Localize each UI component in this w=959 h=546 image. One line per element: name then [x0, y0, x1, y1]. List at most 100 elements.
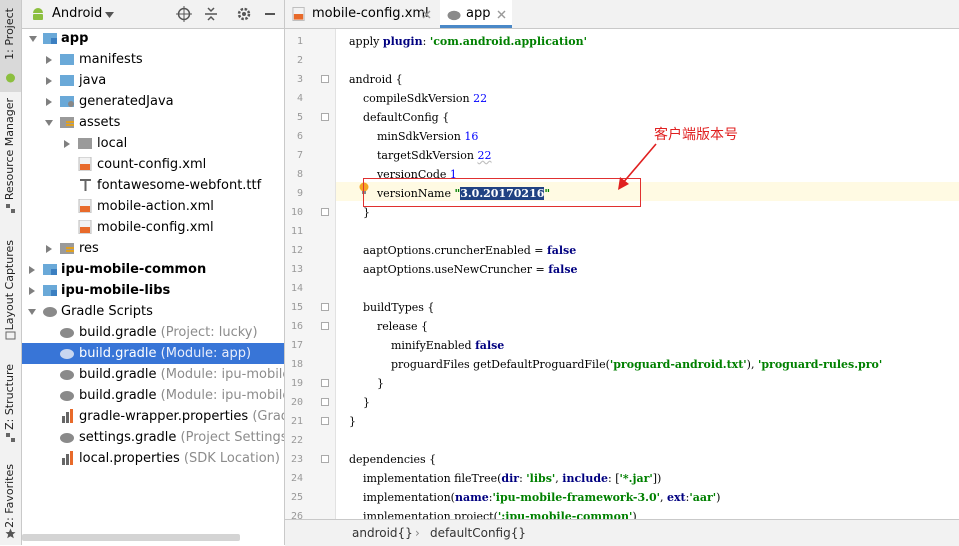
fold-marker[interactable] [321, 208, 329, 216]
tree-item[interactable]: build.gradle (Module: ipu-mobile-c [22, 364, 284, 385]
gradle-icon [60, 328, 74, 338]
breadcrumb: android{} › defaultConfig{} [285, 519, 959, 546]
project-view-selector[interactable]: Android [52, 6, 102, 21]
tab-layout-captures[interactable]: Layout Captures [0, 236, 21, 346]
code-line: } [349, 415, 356, 428]
line-number: 20 [290, 397, 303, 408]
code-line: implementation project(':ipu-mobile-comm… [349, 510, 637, 519]
collapsed-arrow-icon[interactable] [64, 140, 70, 148]
resource-icon [6, 204, 15, 213]
code-line: defaultConfig { [349, 111, 450, 124]
gradle-icon [60, 433, 74, 443]
collapsed-arrow-icon[interactable] [46, 77, 52, 85]
collapsed-arrow-icon[interactable] [46, 98, 52, 106]
collapsed-arrow-icon[interactable] [29, 266, 35, 274]
tree-item[interactable]: settings.gradle (Project Settings) [22, 427, 284, 448]
tree-item[interactable]: local [22, 133, 284, 154]
fold-marker[interactable] [321, 398, 329, 406]
editor-area: mobile-config.xml app 1 2 3 4 5 6 7 8 9 … [285, 0, 959, 545]
module-folder-icon [43, 285, 57, 296]
tree-item[interactable]: mobile-config.xml [22, 217, 284, 238]
code-line: implementation(name:'ipu-mobile-framewor… [349, 491, 721, 504]
gradle-icon [60, 370, 74, 380]
collapse-all-icon[interactable] [203, 6, 219, 22]
code-editor[interactable]: apply plugin: 'com.android.application' … [349, 29, 957, 519]
tab-structure[interactable]: Z: Structure [0, 360, 21, 450]
line-number: 14 [290, 283, 303, 294]
tab-project-label: 1: Project [3, 8, 16, 60]
code-line: aaptOptions.useNewCruncher = false [349, 263, 578, 276]
tab-resource-manager-label: Resource Manager [3, 98, 16, 201]
tab-favorites-label: 2: Favorites [3, 464, 16, 528]
line-number: 8 [296, 169, 303, 180]
tree-item-selected[interactable]: build.gradle (Module: app) [22, 343, 284, 364]
fold-marker[interactable] [321, 379, 329, 387]
collapsed-arrow-icon[interactable] [46, 56, 52, 64]
gradle-icon [447, 10, 461, 21]
annotation-highlight-box [363, 178, 641, 207]
collapsed-arrow-icon[interactable] [46, 245, 52, 253]
breadcrumb-android[interactable]: android{} [352, 520, 413, 546]
tab-app[interactable]: app [440, 0, 512, 28]
code-line: aaptOptions.cruncherEnabled = false [349, 244, 577, 257]
line-number-gutter: 1 2 3 4 5 6 7 8 9 10 11 12 13 14 15 16 1… [285, 29, 336, 522]
tab-project[interactable]: 1: Project [0, 0, 21, 92]
tree-item[interactable]: gradle-wrapper.properties (Gradle [22, 406, 284, 427]
tree-item[interactable]: mobile-action.xml [22, 196, 284, 217]
tree-item[interactable]: res [22, 238, 284, 259]
line-number: 7 [296, 150, 303, 161]
android-icon [6, 73, 15, 83]
project-panel-header: Android [22, 0, 284, 29]
close-icon[interactable] [497, 10, 506, 19]
code-line: implementation fileTree(dir: 'libs', inc… [349, 472, 662, 485]
tab-structure-label: Z: Structure [3, 364, 16, 430]
expand-arrow-icon[interactable] [45, 120, 53, 126]
expand-arrow-icon[interactable] [29, 36, 37, 42]
tree-item[interactable]: java [22, 70, 284, 91]
tree-item[interactable]: build.gradle (Module: ipu-mobile-li [22, 385, 284, 406]
line-number: 5 [296, 112, 303, 123]
chevron-down-icon[interactable] [105, 12, 114, 18]
code-line: release { [349, 320, 428, 333]
code-line: minifyEnabled false [349, 339, 505, 352]
tree-item[interactable]: app [22, 28, 284, 49]
tree-item[interactable]: manifests [22, 49, 284, 70]
line-number: 4 [296, 93, 303, 104]
fold-marker[interactable] [321, 322, 329, 330]
fold-marker[interactable] [321, 417, 329, 425]
tab-mobile-config-xml[interactable]: mobile-config.xml [285, 0, 438, 28]
star-icon [5, 528, 16, 539]
locate-icon[interactable] [176, 6, 192, 22]
gear-icon[interactable] [236, 6, 252, 22]
fold-marker[interactable] [321, 303, 329, 311]
close-icon[interactable] [422, 10, 431, 19]
tree-item[interactable]: ipu-mobile-common [22, 259, 284, 280]
tree-item[interactable]: assets [22, 112, 284, 133]
folder-icon [78, 138, 92, 149]
collapsed-arrow-icon[interactable] [29, 287, 35, 295]
tree-item[interactable]: local.properties (SDK Location) [22, 448, 284, 469]
hide-panel-icon[interactable] [262, 6, 278, 22]
tree-item[interactable]: Gradle Scripts [22, 301, 284, 322]
breadcrumb-defaultconfig[interactable]: defaultConfig{} [430, 520, 526, 546]
tab-resource-manager[interactable]: Resource Manager [0, 96, 21, 220]
fold-marker[interactable] [321, 455, 329, 463]
tab-layout-captures-label: Layout Captures [3, 240, 16, 331]
fold-marker[interactable] [321, 113, 329, 121]
tree-item[interactable]: generatedJava [22, 91, 284, 112]
tree-item[interactable]: fontawesome-webfont.ttf [22, 175, 284, 196]
line-number: 19 [290, 378, 303, 389]
expand-arrow-icon[interactable] [28, 309, 36, 315]
tab-favorites[interactable]: 2: Favorites [0, 460, 21, 545]
code-line: targetSdkVersion 22 [349, 149, 492, 162]
fold-marker[interactable] [321, 75, 329, 83]
line-number: 3 [296, 74, 303, 85]
horizontal-scrollbar[interactable] [22, 534, 240, 541]
line-number: 25 [290, 492, 303, 503]
tree-item[interactable]: build.gradle (Project: lucky) [22, 322, 284, 343]
line-number: 15 [290, 302, 303, 313]
xml-file-icon [292, 7, 305, 21]
tree-item[interactable]: ipu-mobile-libs [22, 280, 284, 301]
line-number: 18 [290, 359, 303, 370]
tree-item[interactable]: count-config.xml [22, 154, 284, 175]
